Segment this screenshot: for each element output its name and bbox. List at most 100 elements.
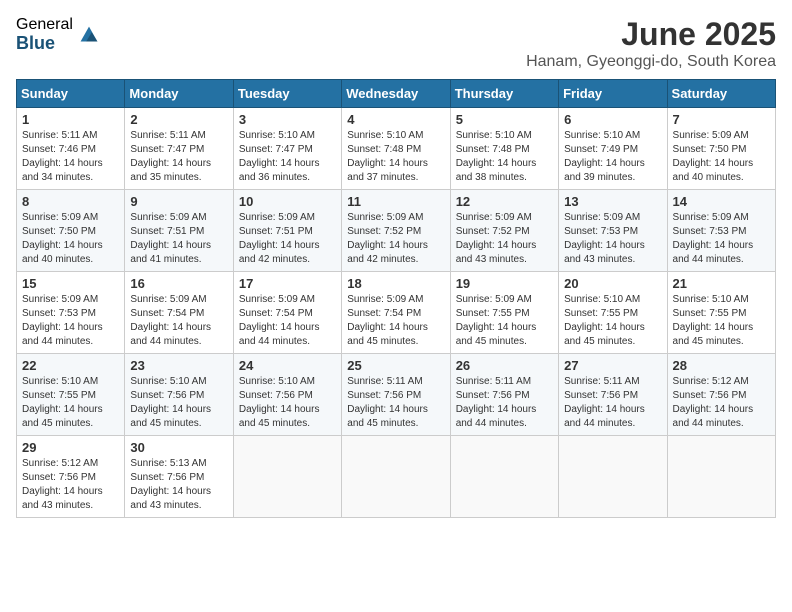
sunset-text: Sunset: 7:47 PM — [239, 143, 336, 157]
weekday-header-monday: Monday — [125, 80, 233, 108]
sunrise-text: Sunrise: 5:09 AM — [456, 211, 553, 225]
daylight-text: Daylight: 14 hours and 41 minutes. — [130, 239, 227, 267]
day-cell-8: 8 Sunrise: 5:09 AM Sunset: 7:50 PM Dayli… — [17, 190, 125, 272]
daylight-text: Daylight: 14 hours and 45 minutes. — [456, 321, 553, 349]
weekday-header-friday: Friday — [559, 80, 667, 108]
sunset-text: Sunset: 7:50 PM — [22, 225, 119, 239]
sunrise-text: Sunrise: 5:10 AM — [239, 375, 336, 389]
sunrise-text: Sunrise: 5:13 AM — [130, 457, 227, 471]
sunrise-text: Sunrise: 5:11 AM — [564, 375, 661, 389]
sunset-text: Sunset: 7:55 PM — [564, 307, 661, 321]
sunset-text: Sunset: 7:51 PM — [130, 225, 227, 239]
day-number: 1 — [22, 112, 119, 127]
calendar-header-row: SundayMondayTuesdayWednesdayThursdayFrid… — [17, 80, 776, 108]
day-number: 7 — [673, 112, 770, 127]
daylight-text: Daylight: 14 hours and 40 minutes. — [22, 239, 119, 267]
daylight-text: Daylight: 14 hours and 44 minutes. — [673, 239, 770, 267]
sunset-text: Sunset: 7:53 PM — [564, 225, 661, 239]
day-cell-3: 3 Sunrise: 5:10 AM Sunset: 7:47 PM Dayli… — [233, 108, 341, 190]
weekday-header-saturday: Saturday — [667, 80, 775, 108]
day-cell-5: 5 Sunrise: 5:10 AM Sunset: 7:48 PM Dayli… — [450, 108, 558, 190]
day-info: Sunrise: 5:09 AM Sunset: 7:53 PM Dayligh… — [564, 211, 661, 267]
sunrise-text: Sunrise: 5:09 AM — [239, 293, 336, 307]
weekday-header-tuesday: Tuesday — [233, 80, 341, 108]
day-info: Sunrise: 5:10 AM Sunset: 7:56 PM Dayligh… — [130, 375, 227, 431]
daylight-text: Daylight: 14 hours and 39 minutes. — [564, 157, 661, 185]
sunrise-text: Sunrise: 5:10 AM — [130, 375, 227, 389]
sunset-text: Sunset: 7:48 PM — [347, 143, 444, 157]
day-cell-14: 14 Sunrise: 5:09 AM Sunset: 7:53 PM Dayl… — [667, 190, 775, 272]
sunset-text: Sunset: 7:55 PM — [456, 307, 553, 321]
sunset-text: Sunset: 7:56 PM — [239, 389, 336, 403]
logo-general: General — [16, 16, 73, 34]
empty-day-cell — [233, 436, 341, 518]
day-info: Sunrise: 5:12 AM Sunset: 7:56 PM Dayligh… — [22, 457, 119, 513]
day-number: 5 — [456, 112, 553, 127]
day-number: 23 — [130, 358, 227, 373]
logo-blue: Blue — [16, 34, 73, 54]
day-number: 4 — [347, 112, 444, 127]
weekday-header-wednesday: Wednesday — [342, 80, 450, 108]
sunset-text: Sunset: 7:55 PM — [22, 389, 119, 403]
sunset-text: Sunset: 7:53 PM — [22, 307, 119, 321]
daylight-text: Daylight: 14 hours and 45 minutes. — [347, 321, 444, 349]
day-number: 19 — [456, 276, 553, 291]
daylight-text: Daylight: 14 hours and 34 minutes. — [22, 157, 119, 185]
sunrise-text: Sunrise: 5:11 AM — [456, 375, 553, 389]
day-info: Sunrise: 5:09 AM Sunset: 7:54 PM Dayligh… — [347, 293, 444, 349]
day-info: Sunrise: 5:10 AM Sunset: 7:56 PM Dayligh… — [239, 375, 336, 431]
day-info: Sunrise: 5:09 AM Sunset: 7:53 PM Dayligh… — [22, 293, 119, 349]
calendar-week-row: 22 Sunrise: 5:10 AM Sunset: 7:55 PM Dayl… — [17, 354, 776, 436]
day-info: Sunrise: 5:10 AM Sunset: 7:48 PM Dayligh… — [456, 129, 553, 185]
day-info: Sunrise: 5:12 AM Sunset: 7:56 PM Dayligh… — [673, 375, 770, 431]
sunrise-text: Sunrise: 5:10 AM — [347, 129, 444, 143]
day-number: 18 — [347, 276, 444, 291]
day-info: Sunrise: 5:09 AM Sunset: 7:52 PM Dayligh… — [456, 211, 553, 267]
daylight-text: Daylight: 14 hours and 45 minutes. — [564, 321, 661, 349]
day-cell-24: 24 Sunrise: 5:10 AM Sunset: 7:56 PM Dayl… — [233, 354, 341, 436]
day-info: Sunrise: 5:10 AM Sunset: 7:49 PM Dayligh… — [564, 129, 661, 185]
day-cell-25: 25 Sunrise: 5:11 AM Sunset: 7:56 PM Dayl… — [342, 354, 450, 436]
daylight-text: Daylight: 14 hours and 36 minutes. — [239, 157, 336, 185]
day-number: 12 — [456, 194, 553, 209]
day-info: Sunrise: 5:09 AM Sunset: 7:52 PM Dayligh… — [347, 211, 444, 267]
sunset-text: Sunset: 7:49 PM — [564, 143, 661, 157]
empty-day-cell — [559, 436, 667, 518]
day-number: 20 — [564, 276, 661, 291]
day-cell-22: 22 Sunrise: 5:10 AM Sunset: 7:55 PM Dayl… — [17, 354, 125, 436]
day-number: 8 — [22, 194, 119, 209]
day-info: Sunrise: 5:09 AM Sunset: 7:51 PM Dayligh… — [130, 211, 227, 267]
daylight-text: Daylight: 14 hours and 40 minutes. — [673, 157, 770, 185]
day-number: 25 — [347, 358, 444, 373]
daylight-text: Daylight: 14 hours and 45 minutes. — [347, 403, 444, 431]
weekday-header-thursday: Thursday — [450, 80, 558, 108]
daylight-text: Daylight: 14 hours and 44 minutes. — [130, 321, 227, 349]
sunrise-text: Sunrise: 5:09 AM — [239, 211, 336, 225]
calendar-week-row: 8 Sunrise: 5:09 AM Sunset: 7:50 PM Dayli… — [17, 190, 776, 272]
day-number: 24 — [239, 358, 336, 373]
sunset-text: Sunset: 7:52 PM — [347, 225, 444, 239]
day-info: Sunrise: 5:11 AM Sunset: 7:46 PM Dayligh… — [22, 129, 119, 185]
sunrise-text: Sunrise: 5:09 AM — [564, 211, 661, 225]
day-info: Sunrise: 5:10 AM Sunset: 7:48 PM Dayligh… — [347, 129, 444, 185]
daylight-text: Daylight: 14 hours and 45 minutes. — [673, 321, 770, 349]
daylight-text: Daylight: 14 hours and 37 minutes. — [347, 157, 444, 185]
sunrise-text: Sunrise: 5:09 AM — [673, 211, 770, 225]
sunrise-text: Sunrise: 5:09 AM — [130, 211, 227, 225]
sunset-text: Sunset: 7:56 PM — [347, 389, 444, 403]
sunset-text: Sunset: 7:51 PM — [239, 225, 336, 239]
day-number: 22 — [22, 358, 119, 373]
sunset-text: Sunset: 7:52 PM — [456, 225, 553, 239]
day-cell-21: 21 Sunrise: 5:10 AM Sunset: 7:55 PM Dayl… — [667, 272, 775, 354]
day-cell-11: 11 Sunrise: 5:09 AM Sunset: 7:52 PM Dayl… — [342, 190, 450, 272]
calendar-table: SundayMondayTuesdayWednesdayThursdayFrid… — [16, 79, 776, 518]
sunset-text: Sunset: 7:53 PM — [673, 225, 770, 239]
day-cell-2: 2 Sunrise: 5:11 AM Sunset: 7:47 PM Dayli… — [125, 108, 233, 190]
day-cell-9: 9 Sunrise: 5:09 AM Sunset: 7:51 PM Dayli… — [125, 190, 233, 272]
daylight-text: Daylight: 14 hours and 43 minutes. — [456, 239, 553, 267]
daylight-text: Daylight: 14 hours and 42 minutes. — [347, 239, 444, 267]
day-cell-4: 4 Sunrise: 5:10 AM Sunset: 7:48 PM Dayli… — [342, 108, 450, 190]
calendar-week-row: 1 Sunrise: 5:11 AM Sunset: 7:46 PM Dayli… — [17, 108, 776, 190]
day-info: Sunrise: 5:09 AM Sunset: 7:54 PM Dayligh… — [239, 293, 336, 349]
day-number: 13 — [564, 194, 661, 209]
